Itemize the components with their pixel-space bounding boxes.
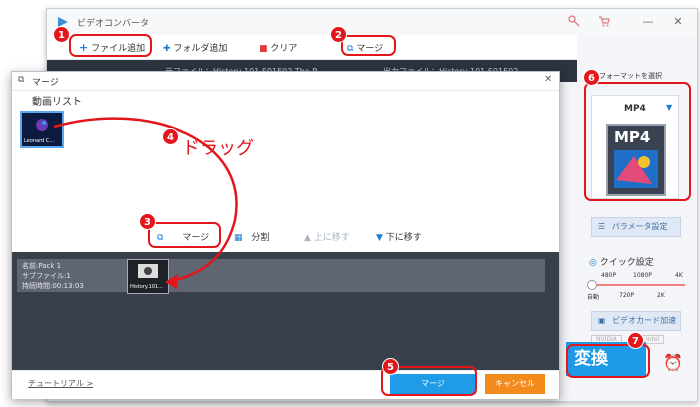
highlight-dialog-merge <box>148 222 221 248</box>
drag-label: ドラッグ <box>182 138 254 159</box>
highlight-merge <box>341 35 396 56</box>
highlight-format <box>584 82 691 201</box>
badge-7: 7 <box>627 332 644 349</box>
highlight-convert <box>566 344 650 378</box>
badge-3: 3 <box>139 213 156 230</box>
badge-5: 5 <box>382 358 399 375</box>
badge-4: 4 <box>162 128 179 145</box>
badge-2: 2 <box>330 26 347 43</box>
badge-6: 6 <box>583 69 600 86</box>
highlight-add-file <box>69 34 152 57</box>
badge-1: 1 <box>53 26 70 43</box>
